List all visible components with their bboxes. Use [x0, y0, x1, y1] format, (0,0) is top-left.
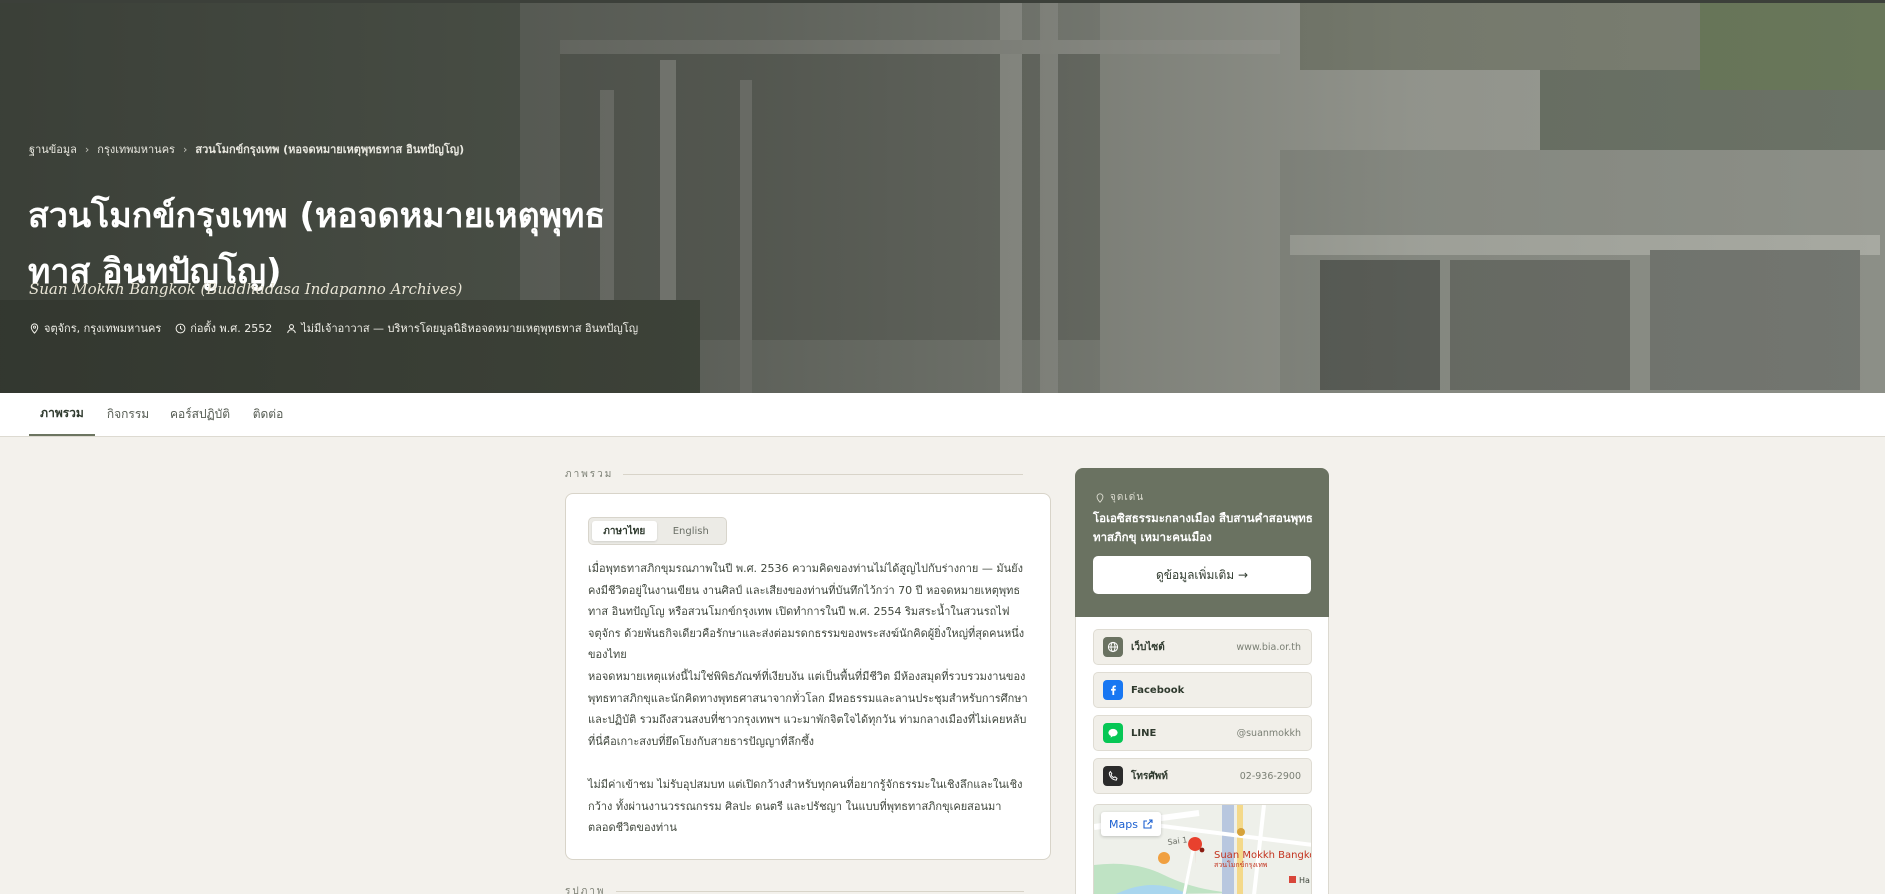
breadcrumb-separator: › [84, 142, 90, 156]
meta-abbot: ไม่มีเจ้าอาวาส — บริหารโดยมูลนิธิหอจดหมา… [286, 319, 638, 337]
more-info-button[interactable]: ดูข้อมูลเพิ่มเติม → [1093, 556, 1311, 594]
open-maps-button[interactable]: Maps [1101, 812, 1161, 836]
hero-banner: ฐานข้อมูล › กรุงเทพมหานคร › สวนโมกข์กรุง… [0, 0, 1885, 393]
highlight-text: โอเอซิสธรรมะกลางเมือง สืบสานคำสอนพุทธทาส… [1093, 511, 1313, 544]
tab-courses[interactable]: คอร์สปฏิบัติ [166, 393, 234, 436]
contact-facebook-label: Facebook [1131, 684, 1185, 696]
tab-bar: ภาพรวม กิจกรรม คอร์สปฏิบัติ ติดต่อ [0, 393, 1885, 437]
contact-line[interactable]: LINE @suanmokkh [1093, 715, 1312, 751]
clock-icon [175, 323, 186, 333]
section-divider [615, 891, 1024, 892]
contact-website[interactable]: เว็บไซต์ www.bia.or.th [1093, 629, 1312, 665]
facebook-icon [1103, 680, 1123, 700]
contact-panel: เว็บไซต์ www.bia.or.th Facebook LINE @su… [1075, 617, 1329, 894]
phone-icon [1103, 766, 1123, 786]
tab-activities[interactable]: กิจกรรม [101, 393, 155, 436]
line-icon [1103, 723, 1123, 743]
lang-thai-button[interactable]: ภาษาไทย [592, 521, 657, 541]
contact-phone[interactable]: โทรศัพท์ 02-936-2900 [1093, 758, 1312, 794]
section-heading-overview: ภาพรวม [565, 467, 1024, 482]
page-title-line-1: สวนโมกข์กรุงเทพ (หอจดหมายเหตุพุทธ [28, 196, 606, 236]
meta-abbot-text: ไม่มีเจ้าอาวาส — บริหารโดยมูลนิธิหอจดหมา… [301, 322, 639, 335]
location-pin-icon [30, 322, 39, 334]
breadcrumb-separator: › [182, 142, 188, 156]
lang-english-button[interactable]: English [659, 521, 724, 541]
language-toggle: ภาษาไทย English [588, 517, 727, 545]
contact-line-label: LINE [1131, 727, 1157, 739]
breadcrumb-current: สวนโมกข์กรุงเทพ (หอจดหมายเหตุพุทธทาส อิน… [195, 143, 465, 156]
top-bar [0, 0, 1885, 3]
contact-facebook[interactable]: Facebook [1093, 672, 1312, 708]
meta-founded: ก่อตั้ง พ.ศ. 2552 [175, 319, 272, 337]
contact-phone-value: 02-936-2900 [1239, 770, 1301, 782]
external-link-icon [1143, 819, 1153, 829]
meta-location-text: จตุจักร, กรุงเทพมหานคร [44, 322, 162, 335]
person-icon [287, 323, 297, 333]
contact-line-value: @suanmokkh [1236, 727, 1301, 739]
location-map[interactable]: Sai 1 Suan Mokkh Bangkok สวนโมกข์กรุงเทพ… [1093, 804, 1312, 894]
section-divider [623, 474, 1024, 475]
globe-icon [1103, 637, 1123, 657]
contact-phone-label: โทรศัพท์ [1131, 770, 1168, 782]
map-place-label: Suan Mokkh Bangkok [1214, 850, 1312, 861]
meta-location: จตุจักร, กรุงเทพมหานคร [29, 319, 161, 337]
map-place-label-thai: สวนโมกข์กรุงเทพ [1214, 860, 1268, 869]
contact-website-label: เว็บไซต์ [1131, 641, 1165, 653]
overview-card: ภาษาไทย English เมื่อพุทธทาสภิกขุมรณภาพใ… [565, 493, 1051, 860]
highlight-panel: จุดเด่น โอเอซิสธรรมะกลางเมือง สืบสานคำสอ… [1075, 468, 1329, 617]
breadcrumb-province[interactable]: กรุงเทพมหานคร [97, 140, 175, 158]
section-heading-text: ภาพรวม [565, 469, 614, 480]
overview-paragraph-2: หอจดหมายเหตุแห่งนี้ไม่ใช่พิพิธภัณฑ์ที่เง… [588, 670, 1028, 748]
meta-founded-text: ก่อตั้ง พ.ศ. 2552 [190, 322, 273, 335]
section-heading-text: รูปภาพ [565, 886, 606, 894]
overview-paragraph-3: ไม่มีค่าเข้าชม ไม่รับอุปสมบท แต่เปิดกว้า… [588, 778, 1023, 834]
highlight-label-text: จุดเด่น [1110, 492, 1145, 503]
tab-contact[interactable]: ติดต่อ [246, 393, 290, 436]
map-poi-label: Ha [1299, 876, 1310, 885]
contact-website-value: www.bia.or.th [1236, 641, 1301, 653]
page-subtitle: Suan Mokkh Bangkok (Buddhadasa Indapanno… [29, 280, 463, 298]
section-heading-photos: รูปภาพ [565, 884, 1024, 894]
open-maps-label: Maps [1109, 817, 1138, 831]
overview-paragraph-1: เมื่อพุทธทาสภิกขุมรณภาพในปี พ.ศ. 2536 คว… [588, 562, 1025, 661]
highlight-label: จุดเด่น [1095, 490, 1144, 505]
tab-overview[interactable]: ภาพรวม [29, 393, 95, 436]
breadcrumb: ฐานข้อมูล › กรุงเทพมหานคร › สวนโมกข์กรุง… [29, 140, 464, 158]
breadcrumb-home[interactable]: ฐานข้อมูล [29, 140, 77, 158]
hero-meta: จตุจักร, กรุงเทพมหานคร ก่อตั้ง พ.ศ. 2552… [29, 319, 638, 337]
location-pin-icon [1096, 492, 1104, 503]
